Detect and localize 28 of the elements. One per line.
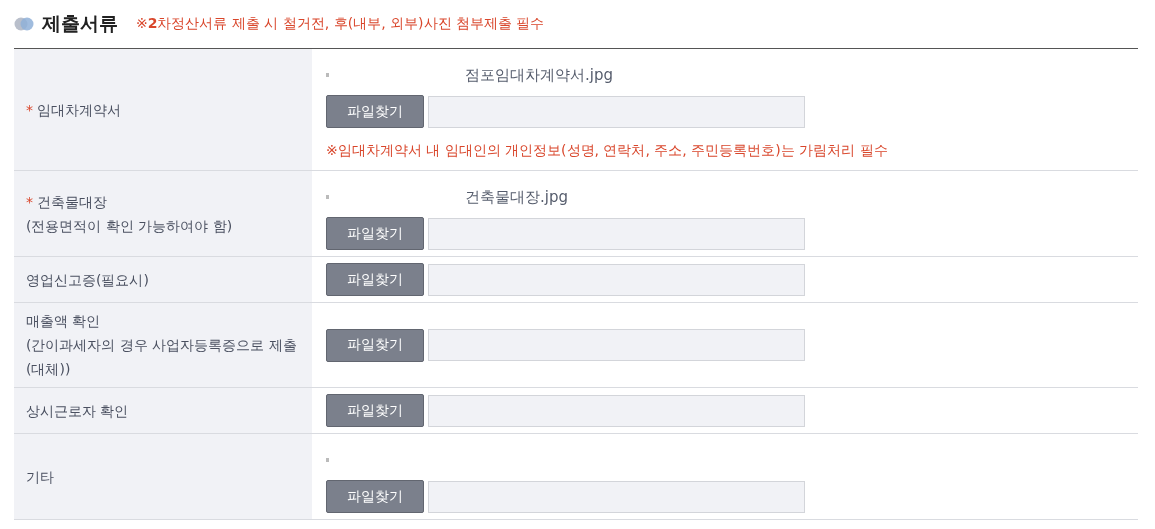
browse-button[interactable]: 파일찾기 [326,95,424,128]
file-path-field[interactable] [428,217,805,250]
field-label: 매출액 확인 [26,313,101,329]
field-label: (전용면적이 확인 가능하여야 함) [26,217,233,234]
warning-note: ※임대차계약서 내 임대인의 개인정보(성명, 연락처, 주소, 주민등록번호)는 가림처리 필수 [326,142,889,160]
circles-icon [14,17,34,31]
file-path-field[interactable] [428,394,805,427]
field-label: 임대차계약서 [37,101,121,118]
browse-button[interactable]: 파일찾기 [326,328,424,362]
browse-button[interactable]: 파일찾기 [326,480,424,513]
field-label: 영업신고증(필요시) [26,271,149,288]
browse-button[interactable]: 파일찾기 [326,217,424,250]
field-label: 기타 [26,468,54,485]
file-path-field[interactable] [428,263,805,296]
notice-text: ※2차정산서류 제출 시 철거전, 후(내부, 외부)사진 첨부제출 필수 [136,15,545,33]
field-label: (간이과세자의 경우 사업자등록증으로 제출(대체)) [26,337,297,377]
file-path-field[interactable] [428,329,805,361]
file-path-field[interactable] [428,95,805,128]
required-mark: * [26,101,33,118]
browse-button[interactable]: 파일찾기 [326,394,424,427]
field-label: 상시근로자 확인 [26,402,129,419]
file-link[interactable]: 건축물대장.jpg [465,187,568,207]
required-mark: * [26,193,33,210]
field-label: 건축물대장 [37,193,107,210]
section-title: 제출서류 [42,11,118,36]
file-link[interactable]: 점포임대차계약서.jpg [465,65,613,85]
file-path-field[interactable] [428,480,805,513]
browse-button[interactable]: 파일찾기 [326,263,424,296]
